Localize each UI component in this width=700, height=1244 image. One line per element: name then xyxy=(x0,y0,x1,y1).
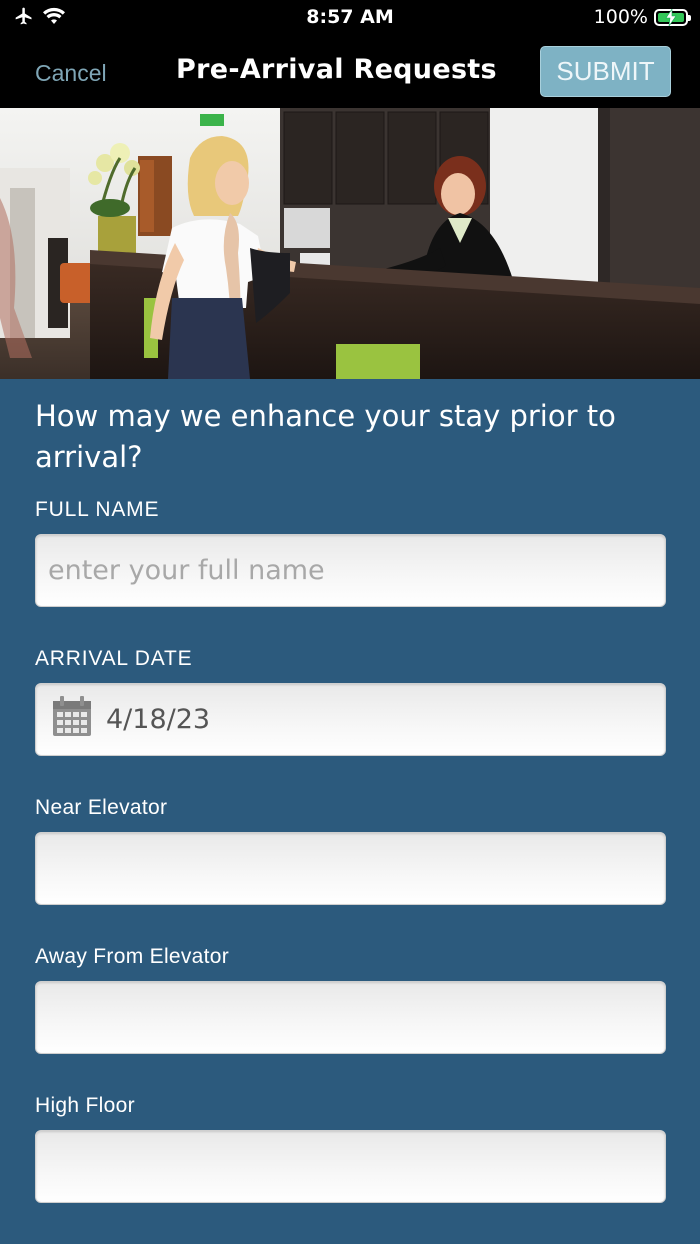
form-question: How may we enhance your stay prior to ar… xyxy=(35,399,616,474)
calendar-icon xyxy=(52,695,92,744)
high-floor-label: High Floor xyxy=(35,1094,135,1117)
submit-button[interactable]: SUBMIT xyxy=(540,46,671,97)
full-name-group: FULL NAME enter your full name xyxy=(35,498,666,607)
pre-arrival-form: How may we enhance your stay prior to ar… xyxy=(35,396,666,1243)
status-right: 100% xyxy=(593,6,691,28)
arrival-date-label: ARRIVAL DATE xyxy=(35,647,193,670)
away-from-elevator-input[interactable] xyxy=(35,981,666,1054)
high-floor-input[interactable] xyxy=(35,1130,666,1203)
status-bar: 8:57 AM 100% xyxy=(0,0,700,36)
away-from-elevator-label: Away From Elevator xyxy=(35,945,230,968)
high-floor-group: High Floor xyxy=(35,1094,666,1203)
arrival-date-value: 4/18/23 xyxy=(106,704,211,735)
arrival-date-input[interactable]: 4/18/23 xyxy=(35,683,666,756)
nav-bar: Cancel Pre-Arrival Requests SUBMIT xyxy=(0,36,700,108)
battery-charging-icon xyxy=(654,8,691,26)
battery-percent: 100% xyxy=(593,6,648,28)
page-title: Pre-Arrival Requests xyxy=(176,54,497,85)
full-name-input[interactable]: enter your full name xyxy=(35,534,666,607)
hotel-reception-photo xyxy=(0,108,700,379)
full-name-label: FULL NAME xyxy=(35,498,160,521)
away-from-elevator-group: Away From Elevator xyxy=(35,945,666,1054)
app-screen: 8:57 AM 100% Cancel Pre-Arrival Requests… xyxy=(0,0,700,1244)
near-elevator-input[interactable] xyxy=(35,832,666,905)
near-elevator-label: Near Elevator xyxy=(35,796,168,819)
arrival-date-group: ARRIVAL DATE 4/18/23 xyxy=(35,647,666,756)
near-elevator-group: Near Elevator xyxy=(35,796,666,905)
full-name-placeholder: enter your full name xyxy=(48,555,325,586)
cancel-button[interactable]: Cancel xyxy=(35,60,107,87)
